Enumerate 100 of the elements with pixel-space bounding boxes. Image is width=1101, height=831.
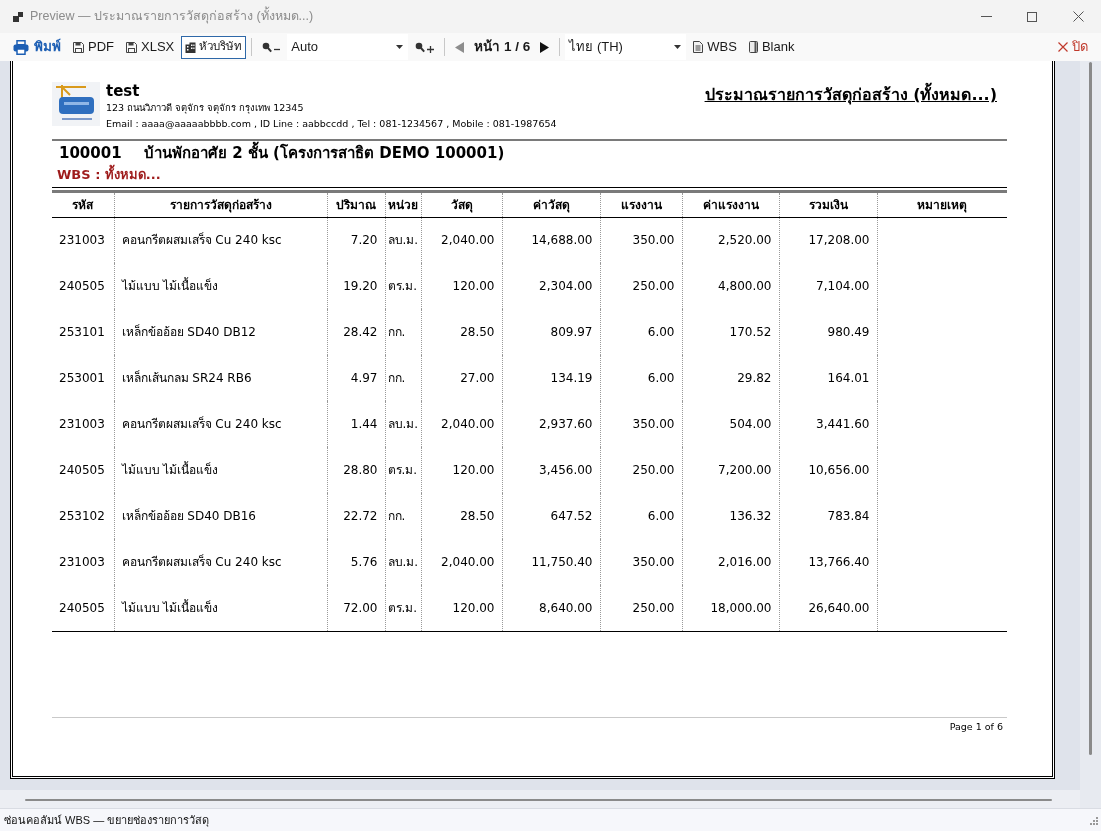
right-triangle-icon <box>540 41 550 53</box>
table-cell: 2,016.00 <box>682 539 779 585</box>
column-header: แรงงาน <box>600 193 682 217</box>
table-cell: 134.19 <box>502 355 600 401</box>
table-cell: 29.82 <box>682 355 779 401</box>
zoom-out-icon <box>262 41 281 53</box>
maximize-icon <box>1027 11 1037 22</box>
zoom-dropdown[interactable]: Auto <box>287 34 409 60</box>
table-cell: 72.00 <box>327 585 385 631</box>
app-icon <box>13 11 23 22</box>
column-header: วัสดุ <box>421 193 502 217</box>
table-cell: ตร.ม. <box>385 263 421 309</box>
table-cell: 10,656.00 <box>779 447 877 493</box>
table-cell: 11,750.40 <box>502 539 600 585</box>
table-cell: คอนกรีตผสมเสร็จ Cu 240 ksc <box>114 539 327 585</box>
table-cell: 28.80 <box>327 447 385 493</box>
table-cell: 6.00 <box>600 355 682 401</box>
column-header: หน่วย <box>385 193 421 217</box>
table-cell: 22.72 <box>327 493 385 539</box>
table-cell: 504.00 <box>682 401 779 447</box>
project-code: 100001 <box>59 143 123 163</box>
table-cell: ไม้แบบ ไม้เนื้อแข็ง <box>114 585 327 631</box>
table-cell: 7,200.00 <box>682 447 779 493</box>
table-cell: 350.00 <box>600 217 682 263</box>
column-header: หมายเหตุ <box>877 193 1007 217</box>
table-cell: เหล็กข้ออ้อย SD40 DB16 <box>114 493 327 539</box>
table-cell: 17,208.00 <box>779 217 877 263</box>
table-cell: 120.00 <box>421 447 502 493</box>
table-cell: 2,040.00 <box>421 217 502 263</box>
table-cell: 136.32 <box>682 493 779 539</box>
table-cell: 6.00 <box>600 493 682 539</box>
table-cell: 231003 <box>52 401 114 447</box>
table-cell: 18,000.00 <box>682 585 779 631</box>
table-cell: 26,640.00 <box>779 585 877 631</box>
table-cell: 647.52 <box>502 493 600 539</box>
table-cell: 240505 <box>52 447 114 493</box>
table-cell: 350.00 <box>600 401 682 447</box>
left-triangle-icon <box>455 41 465 53</box>
table-cell: 2,520.00 <box>682 217 779 263</box>
table-cell: 980.49 <box>779 309 877 355</box>
export-button[interactable]: XLSX <box>121 35 180 59</box>
table-cell: กก. <box>385 493 421 539</box>
table-cell: คอนกรีตผสมเสร็จ Cu 240 ksc <box>114 401 327 447</box>
minimize-icon <box>980 16 992 17</box>
company-header-toggle[interactable]: หัวบริษัท <box>181 35 247 59</box>
table-cell: 2,304.00 <box>502 263 600 309</box>
table-cell: 14,688.00 <box>502 217 600 263</box>
scrollbar-thumb[interactable] <box>1089 62 1092 755</box>
scrollbar-thumb[interactable] <box>25 799 1052 801</box>
table-cell: ลบ.ม. <box>385 539 421 585</box>
table-cell: 240505 <box>52 585 114 631</box>
table-cell: 250.00 <box>600 263 682 309</box>
table-cell: 170.52 <box>682 309 779 355</box>
page-indicator: หน้า 1 / 6 <box>473 37 532 56</box>
company-address: 123 ถนนวิภาวดี จตุจักร จตุจักร กรุงเทพ 12345 <box>106 101 304 116</box>
table-cell: ตร.ม. <box>385 585 421 631</box>
table-cell: 13,766.40 <box>779 539 877 585</box>
table-cell: 120.00 <box>421 585 502 631</box>
table-cell: 231003 <box>52 539 114 585</box>
table-cell: 3,456.00 <box>502 447 600 493</box>
table-cell: เหล็กเส้นกลม SR24 RB6 <box>114 355 327 401</box>
wbs-label: WBS : ทั้งหมด... <box>57 166 161 184</box>
save-icon <box>73 41 84 53</box>
column-header: รายการวัสดุก่อสร้าง <box>114 193 327 217</box>
status-text: ซ่อนคอลัมน์ WBS — ขยายช่องรายการวัสดุ <box>4 812 210 829</box>
table-cell: ลบ.ม. <box>385 401 421 447</box>
close-button[interactable]: ปิด <box>1053 35 1093 59</box>
table-cell: ตร.ม. <box>385 447 421 493</box>
print-button[interactable]: พิมพ์ <box>8 35 66 59</box>
table-cell: เหล็กข้ออ้อย SD40 DB12 <box>114 309 327 355</box>
table-cell: 240505 <box>52 263 114 309</box>
table-cell: 783.84 <box>779 493 877 539</box>
company-contact: Email : aaaa@aaaaabbbb.com , ID Line : aabbccdd , Tel : 081-1234567 , Mobile : 081-1987654 <box>106 117 557 131</box>
table-cell: กก. <box>385 355 421 401</box>
company-name: test <box>106 82 140 100</box>
save-icon <box>126 41 137 53</box>
page-icon <box>748 41 758 53</box>
table-cell: 28.42 <box>327 309 385 355</box>
document-icon <box>693 41 704 53</box>
printer-icon <box>13 39 29 55</box>
export-button[interactable]: PDF <box>68 35 119 59</box>
language-dropdown[interactable]: ไทย (TH) <box>565 34 687 60</box>
table-cell: ลบ.ม. <box>385 217 421 263</box>
table-cell: 3,441.60 <box>779 401 877 447</box>
column-header: ปริมาณ <box>327 193 385 217</box>
table-cell: 2,040.00 <box>421 539 502 585</box>
table-cell: 2,937.60 <box>502 401 600 447</box>
table-cell: 250.00 <box>600 585 682 631</box>
table-cell: 350.00 <box>600 539 682 585</box>
table-cell: ไม้แบบ ไม้เนื้อแข็ง <box>114 263 327 309</box>
table-cell: 4.97 <box>327 355 385 401</box>
column-header: รวมเงิน <box>779 193 877 217</box>
table-cell: 253102 <box>52 493 114 539</box>
blank-button[interactable]: Blank <box>743 35 800 59</box>
zoom-in-icon <box>415 41 435 53</box>
close-icon <box>1058 42 1068 52</box>
table-cell: 19.20 <box>327 263 385 309</box>
table-cell: 164.01 <box>779 355 877 401</box>
wbs-button[interactable]: WBS <box>688 35 742 59</box>
column-header: ค่าวัสดุ <box>502 193 600 217</box>
